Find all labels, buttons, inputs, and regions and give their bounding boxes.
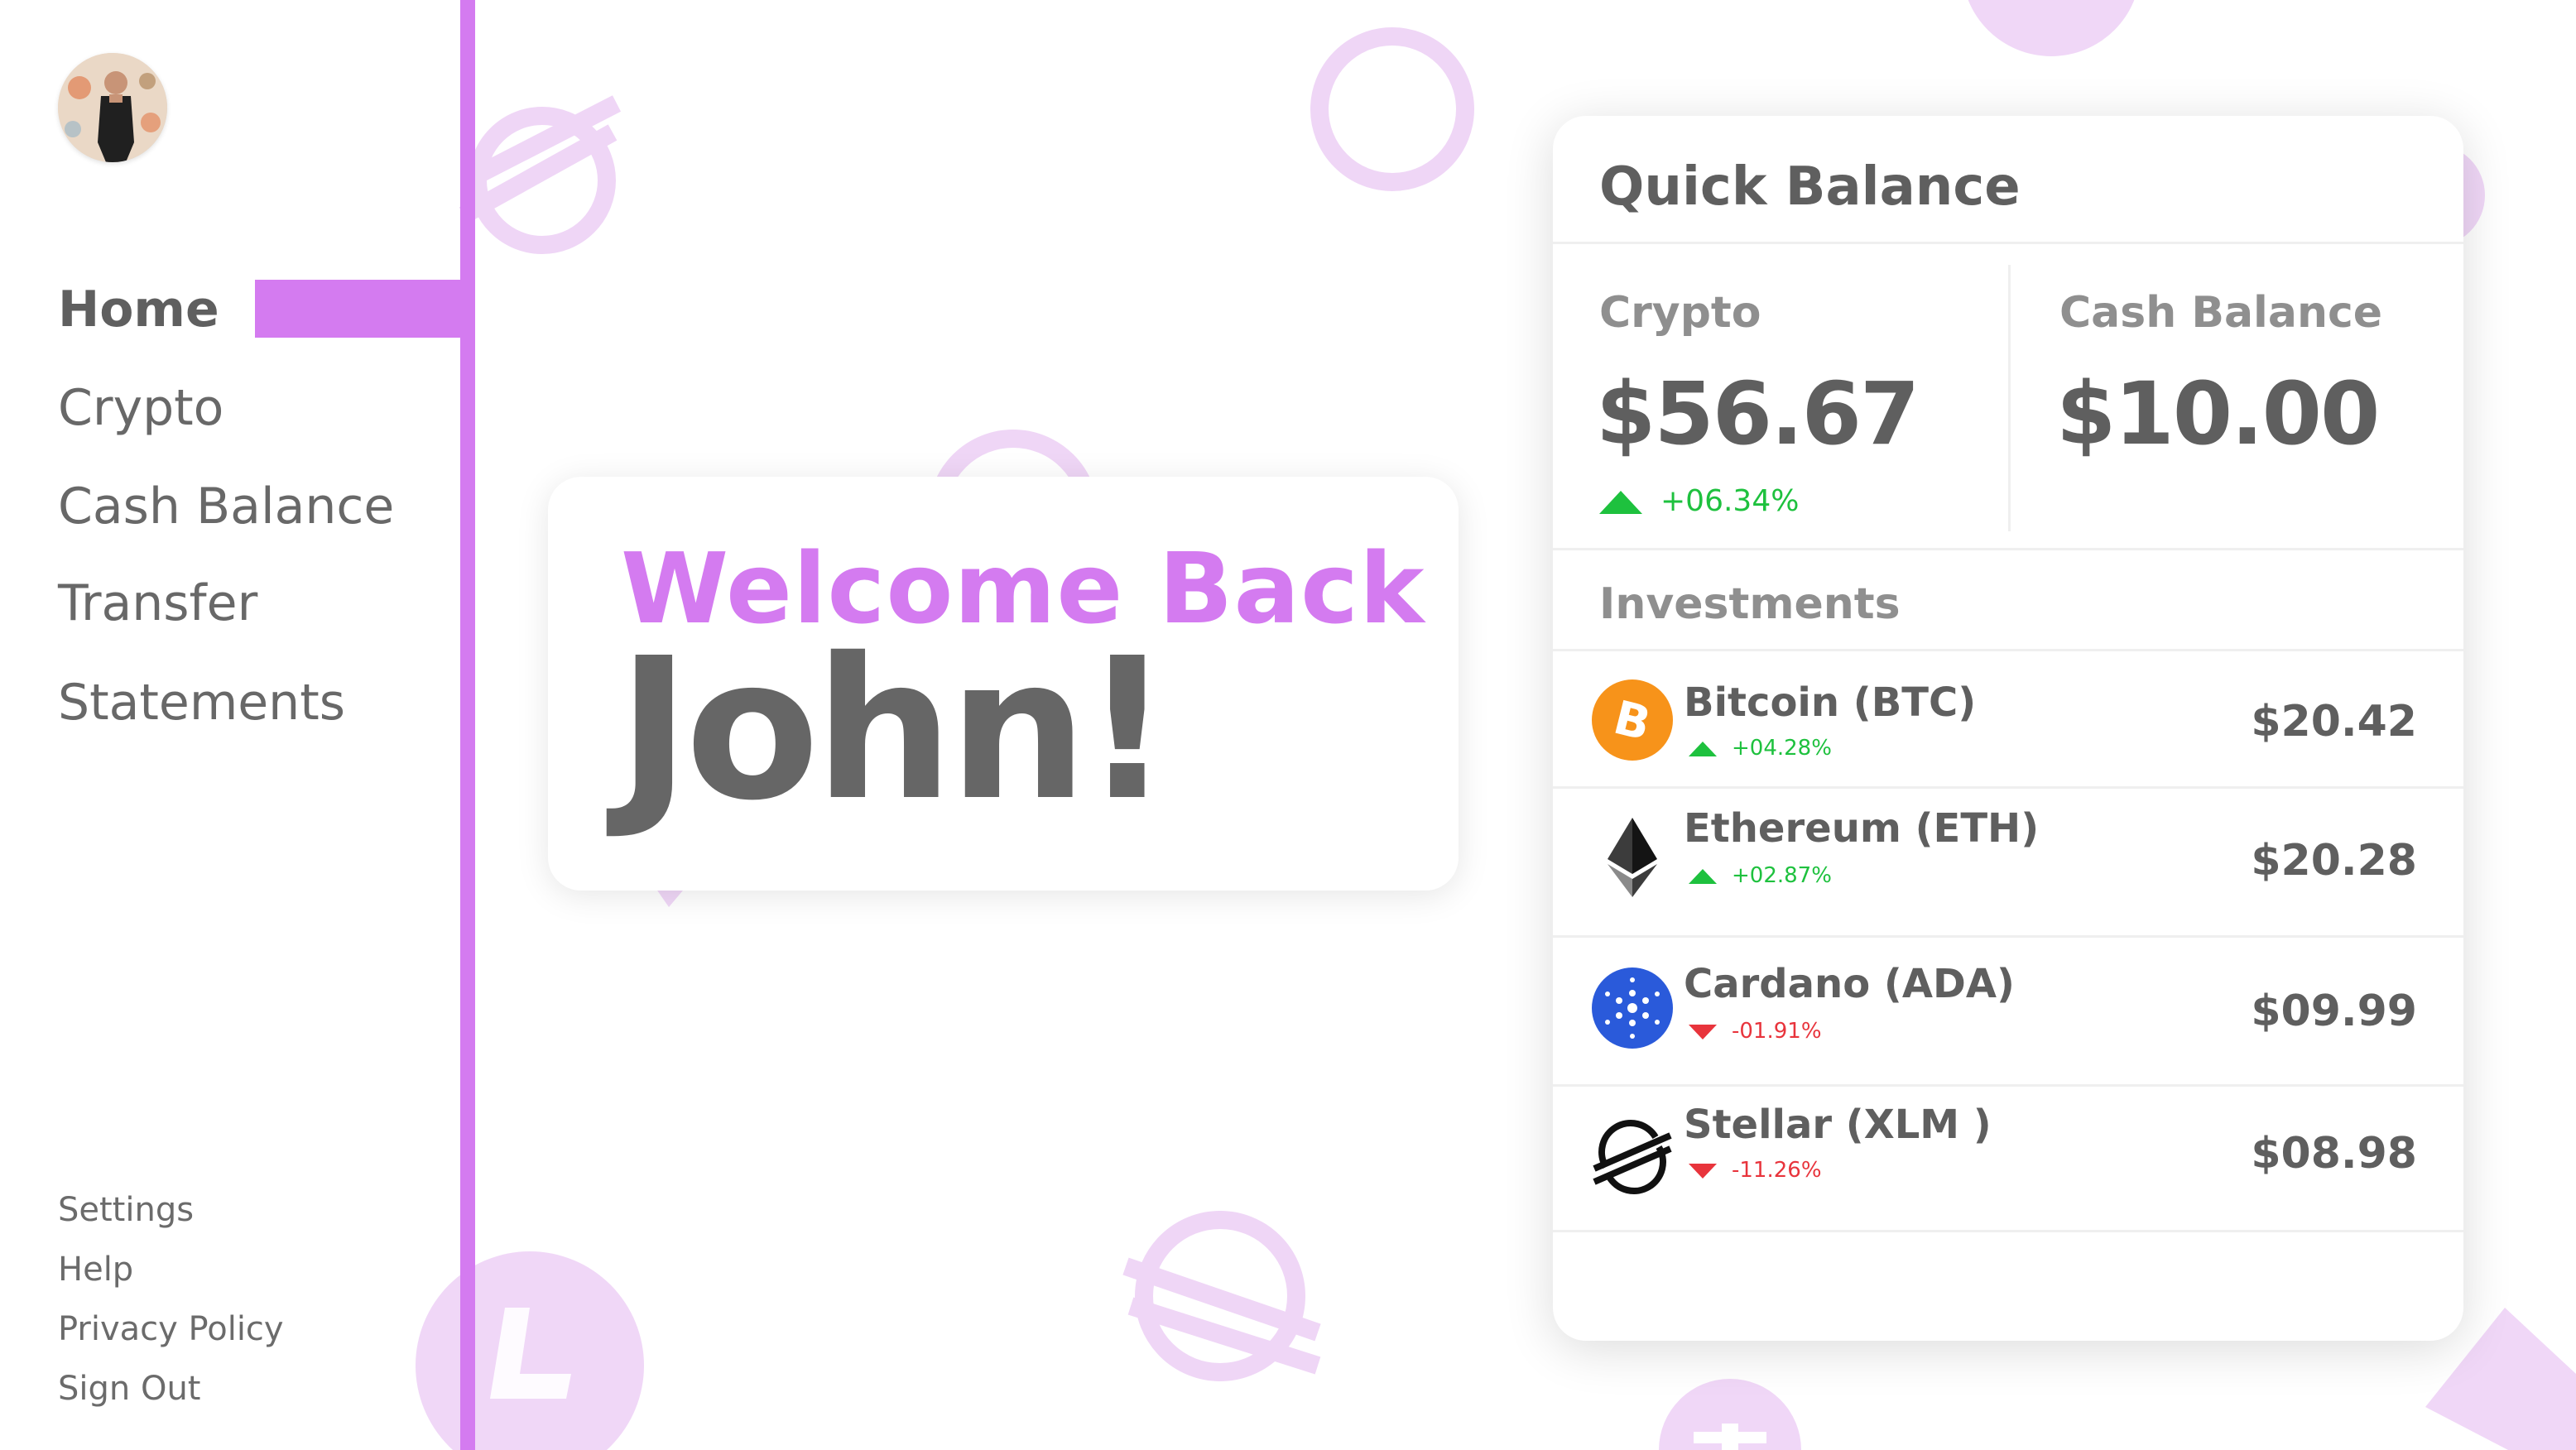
investment-row-eth[interactable]: Ethereum (ETH) +02.87% $20.28 <box>1553 790 2463 935</box>
investment-value: $08.98 <box>2251 1129 2417 1179</box>
quick-balance-title: Quick Balance <box>1599 156 2021 218</box>
investment-row-ada[interactable]: Cardano (ADA) -01.91% $09.99 <box>1553 939 2463 1084</box>
divider <box>1553 1084 2463 1087</box>
bitcoin-icon: B <box>1592 679 1673 761</box>
stellar-watermark-icon-2 <box>1122 1211 1321 1381</box>
investments-label: Investments <box>1599 579 1901 629</box>
investment-row-btc[interactable]: B Bitcoin (BTC) +04.28% $20.42 <box>1553 652 2463 786</box>
investment-name: Ethereum (ETH) <box>1684 805 2040 852</box>
welcome-card: Welcome Back John! <box>548 477 1459 891</box>
user-avatar-icon <box>58 53 167 162</box>
divider <box>1553 1230 2463 1232</box>
trend-up-icon <box>1599 491 1642 514</box>
nav-transfer[interactable]: Transfer <box>58 574 257 633</box>
help-link[interactable]: Help <box>58 1250 133 1289</box>
investment-value: $09.99 <box>2251 987 2417 1036</box>
stellar-watermark-icon <box>459 95 622 254</box>
cash-balance-label: Cash Balance <box>2059 288 2383 338</box>
investment-name: Cardano (ADA) <box>1684 961 2015 1007</box>
investment-change-text: +02.87% <box>1732 863 1832 888</box>
avatar[interactable] <box>58 53 167 162</box>
privacy-policy-link[interactable]: Privacy Policy <box>58 1309 284 1349</box>
investment-change-text: -01.91% <box>1732 1019 1822 1044</box>
investment-change: -11.26% <box>1684 1157 1822 1184</box>
crypto-balance-value: $56.67 <box>1596 363 1920 464</box>
divider <box>1553 935 2463 938</box>
trend-down-icon <box>1689 1163 1717 1179</box>
bitcoin-watermark-icon <box>1310 27 1474 191</box>
nav-home[interactable]: Home <box>58 280 219 339</box>
settings-link[interactable]: Settings <box>58 1190 194 1230</box>
investment-change: +02.87% <box>1684 862 1832 889</box>
welcome-user-name: John! <box>618 616 1172 843</box>
divider <box>1553 242 2463 244</box>
investment-name: Stellar (XLM ) <box>1684 1102 1992 1148</box>
divider <box>1553 548 2463 550</box>
investment-change: -01.91% <box>1684 1018 1822 1044</box>
nav-statements[interactable]: Statements <box>58 673 345 732</box>
divider <box>1553 649 2463 651</box>
investment-row-xlm[interactable]: Stellar (XLM ) -11.26% $08.98 <box>1553 1088 2463 1232</box>
investment-change: +04.28% <box>1684 735 1832 761</box>
investment-value: $20.28 <box>2251 836 2417 886</box>
trend-up-icon <box>1689 741 1717 756</box>
sidebar-divider <box>460 0 475 1450</box>
nav-cash-balance[interactable]: Cash Balance <box>58 477 394 536</box>
cash-balance-value: $10.00 <box>2056 363 2380 464</box>
crypto-change-text: +06.34% <box>1660 484 1800 518</box>
coin-watermark-icon-top <box>1968 0 2135 56</box>
stellar-icon <box>1593 1120 1672 1194</box>
investment-change-text: -11.26% <box>1732 1158 1822 1183</box>
sidebar: Home Crypto Cash Balance Transfer Statem… <box>0 0 460 1450</box>
investment-name: Bitcoin (BTC) <box>1684 679 1977 726</box>
crypto-balance-label: Crypto <box>1599 288 1761 338</box>
nav-crypto[interactable]: Crypto <box>58 378 223 438</box>
investment-change-text: +04.28% <box>1732 736 1832 761</box>
quick-balance-card: Quick Balance Crypto $56.67 +06.34% Cash… <box>1553 116 2463 1341</box>
crypto-balance-change: +06.34% <box>1599 483 1799 520</box>
ethereum-icon <box>1608 818 1657 897</box>
divider <box>1553 786 2463 789</box>
sign-out-link[interactable]: Sign Out <box>58 1369 200 1409</box>
cardano-icon <box>1592 967 1673 1049</box>
investment-value: $20.42 <box>2251 697 2417 747</box>
balance-divider <box>2008 265 2011 531</box>
trend-down-icon <box>1689 1024 1717 1039</box>
active-nav-indicator <box>255 280 460 338</box>
trend-up-icon <box>1689 868 1717 884</box>
